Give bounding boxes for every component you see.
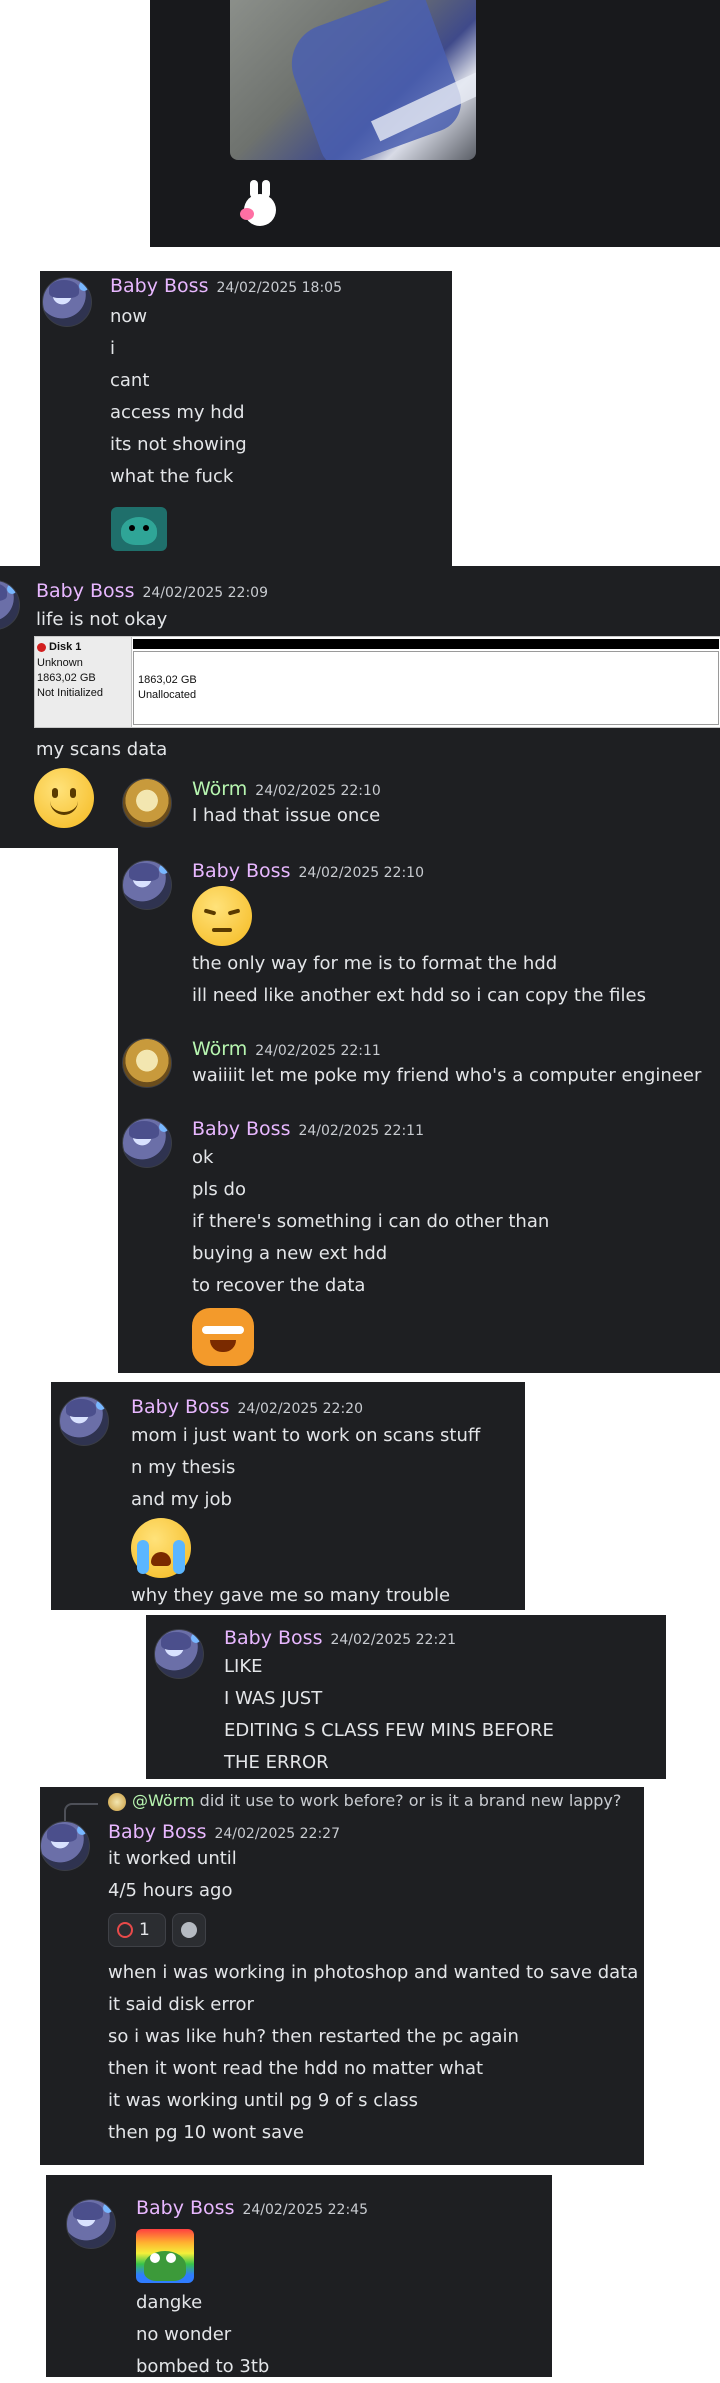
crying-emoji <box>131 1518 191 1578</box>
add-reaction-icon <box>181 1922 197 1938</box>
message-text: life is not okay <box>36 609 168 630</box>
author-name[interactable]: Baby Boss <box>110 275 208 297</box>
message-text: I had that issue once <box>192 805 381 826</box>
disk-type: Unknown <box>37 657 83 669</box>
message-text: waiiiit let me poke my friend who's a co… <box>192 1065 702 1086</box>
timestamp: 24/02/2025 22:11 <box>298 1123 424 1139</box>
author-name[interactable]: Baby Boss <box>224 1627 322 1649</box>
message-text: I WAS JUST <box>224 1688 323 1709</box>
reaction-button[interactable]: 1 <box>108 1913 166 1947</box>
partition-status: Unallocated <box>138 689 197 701</box>
timestamp: 24/02/2025 22:45 <box>242 2202 368 2218</box>
message-text: i <box>110 338 116 359</box>
message-text: access my hdd <box>110 402 245 423</box>
disk-title: Disk 1 <box>49 641 82 653</box>
author-name[interactable]: Baby Boss <box>108 1821 206 1843</box>
avatar[interactable] <box>154 1629 204 1679</box>
author-name[interactable]: Baby Boss <box>36 580 134 602</box>
message-card: Baby Boss 24/02/2025 18:05 now i cant acc… <box>40 271 452 566</box>
author-name[interactable]: Baby Boss <box>192 1118 290 1140</box>
message-text: bombed to 3tb <box>136 2356 270 2377</box>
message-card: Baby Boss 24/02/2025 22:20 mom i just wan… <box>51 1382 525 1610</box>
message-text: mom i just want to work on scans stuff <box>131 1425 481 1446</box>
rainbow-pepe-emoji <box>136 2229 194 2283</box>
photo-attachment[interactable] <box>230 0 476 160</box>
add-reaction-button[interactable] <box>172 1913 206 1947</box>
avatar[interactable] <box>0 580 20 630</box>
timestamp: 24/02/2025 22:20 <box>237 1401 363 1417</box>
partition-bar <box>133 639 719 649</box>
timestamp: 24/02/2025 22:27 <box>214 1826 340 1842</box>
unallocated-partition[interactable]: 1863,02 GB Unallocated <box>133 651 719 725</box>
message-text: n my thesis <box>131 1457 236 1478</box>
message-text: then pg 10 wont save <box>108 2122 304 2143</box>
reply-avatar[interactable] <box>108 1793 126 1811</box>
message-text: ok <box>192 1147 214 1168</box>
message-text: so i was like huh? then restarted the pc… <box>108 2026 519 2047</box>
message-text: to recover the data <box>192 1275 366 1296</box>
message-text: EDITING S CLASS FEW MINS BEFORE <box>224 1720 554 1741</box>
message-text: when i was working in photoshop and want… <box>108 1962 639 1983</box>
message-text: no wonder <box>136 2324 232 2345</box>
author-name[interactable]: Wörm <box>192 778 247 800</box>
message-text: dangke <box>136 2292 203 2313</box>
message-text: if there's something i can do other than <box>192 1211 550 1232</box>
alarm-clock-icon <box>117 1922 133 1938</box>
author-name[interactable]: Baby Boss <box>131 1396 229 1418</box>
avatar[interactable] <box>66 2199 116 2249</box>
message-card: Baby Boss 24/02/2025 22:21 LIKE I WAS JUS… <box>146 1615 666 1779</box>
message-text: what the fuck <box>110 466 234 487</box>
message-text: LIKE <box>224 1656 263 1677</box>
message-text: the only way for me is to format the hdd <box>192 953 558 974</box>
disk-size: 1863,02 GB <box>37 672 96 684</box>
message-text: cant <box>110 370 150 391</box>
disk-error-icon <box>37 642 46 652</box>
avatar[interactable] <box>122 860 172 910</box>
disk-management-screenshot[interactable]: Disk 1 Unknown 1863,02 GB Not Initialize… <box>34 636 720 728</box>
message-text: it worked until <box>108 1848 237 1869</box>
author-name[interactable]: Baby Boss <box>192 860 290 882</box>
avatar[interactable] <box>42 277 92 327</box>
message-text: why they gave me so many trouble <box>131 1585 451 1606</box>
message-text: its not showing <box>110 434 247 455</box>
avatar[interactable] <box>40 1821 90 1871</box>
avatar[interactable] <box>59 1396 109 1446</box>
pensive-emoji <box>192 886 252 946</box>
message-text: buying a new ext hdd <box>192 1243 388 1264</box>
message-card: Baby Boss 24/02/2025 22:45 dangke no wond… <box>46 2175 552 2377</box>
message-text: and my job <box>131 1489 232 1510</box>
message-text: it was working until pg 9 of s class <box>108 2090 418 2111</box>
message-text: 4/5 hours ago <box>108 1880 233 1901</box>
message-text: now <box>110 306 148 327</box>
disk-status: Not Initialized <box>37 687 104 699</box>
smile-emoji <box>34 768 94 828</box>
message-card: @Wörm did it use to work before? or is i… <box>40 1787 644 2165</box>
timestamp: 24/02/2025 18:05 <box>216 280 342 296</box>
avatar[interactable] <box>122 778 172 828</box>
image-panel <box>150 0 720 247</box>
message-text: THE ERROR <box>224 1752 329 1773</box>
message-text: my scans data <box>36 739 168 760</box>
timestamp: 24/02/2025 22:10 <box>255 783 381 799</box>
message-card: Wörm 24/02/2025 22:10 I had that issue on… <box>118 768 720 1373</box>
green-cat-emoji <box>111 507 167 551</box>
partition-size: 1863,02 GB <box>138 674 197 686</box>
message-text: ill need like another ext hdd so i can c… <box>192 985 646 1006</box>
avatar[interactable] <box>122 1118 172 1168</box>
timestamp: 24/02/2025 22:11 <box>255 1043 381 1059</box>
timestamp: 24/02/2025 22:21 <box>330 1632 456 1648</box>
timestamp: 24/02/2025 22:09 <box>142 585 268 601</box>
message-text: pls do <box>192 1179 246 1200</box>
avatar[interactable] <box>122 1038 172 1088</box>
author-name[interactable]: Baby Boss <box>136 2197 234 2219</box>
reply-preview[interactable]: did it use to work before? or is it a br… <box>200 1791 622 1810</box>
reaction-count: 1 <box>139 1920 150 1940</box>
message-text: then it wont read the hdd no matter what <box>108 2058 484 2079</box>
author-name[interactable]: Wörm <box>192 1038 247 1060</box>
message-text: it said disk error <box>108 1994 254 2015</box>
bunny-sticker <box>238 180 280 230</box>
orange-blob-sticker <box>192 1308 254 1366</box>
timestamp: 24/02/2025 22:10 <box>298 865 424 881</box>
reply-author[interactable]: @Wörm <box>132 1791 195 1810</box>
